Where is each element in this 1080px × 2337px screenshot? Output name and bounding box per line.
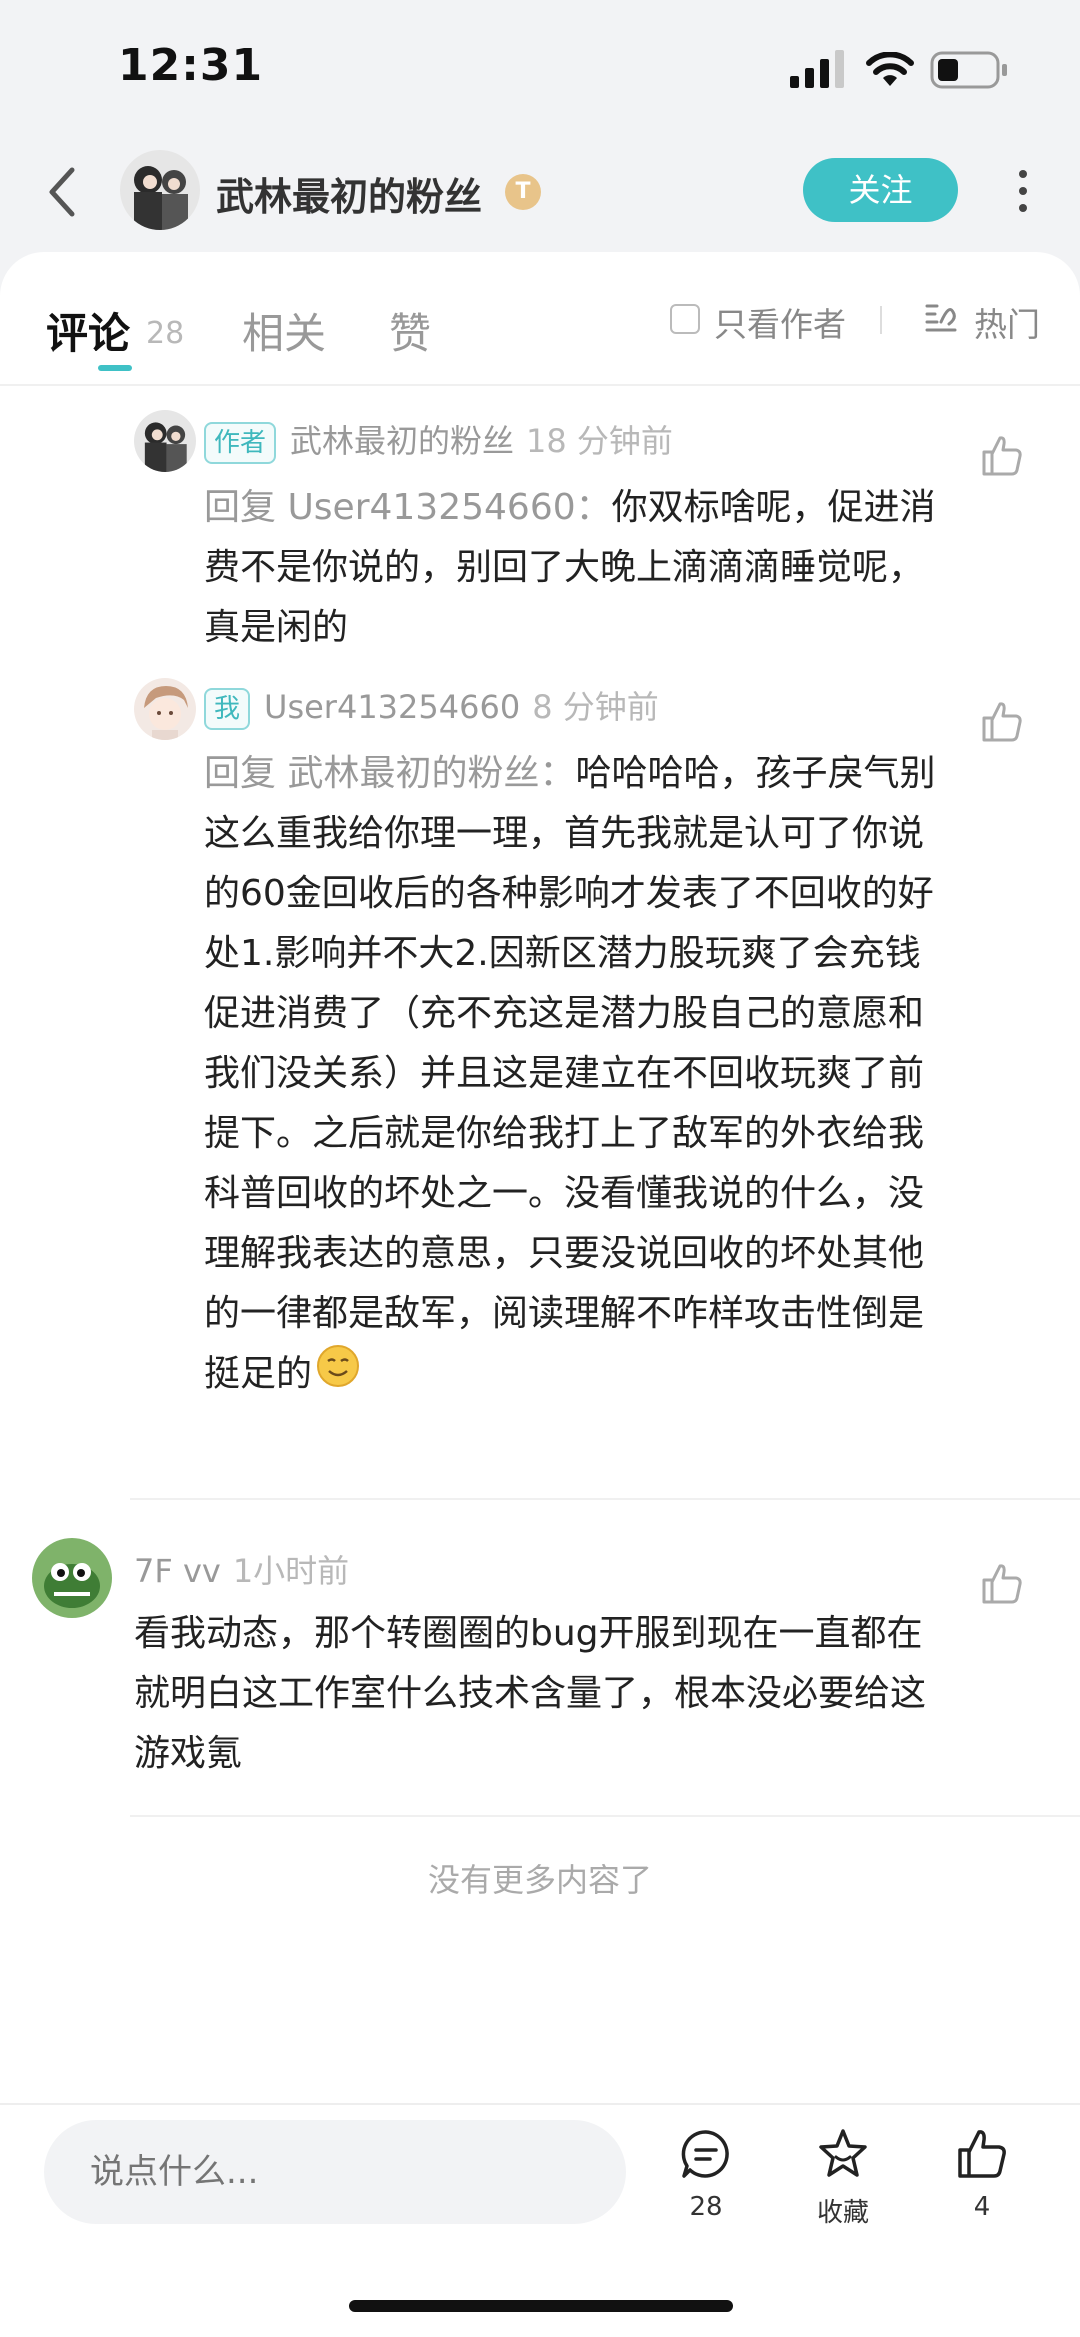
tab-related[interactable]: 相关 [242,300,326,361]
reply-text: 哈哈哈哈，孩子戾气别这么重我给你理一理，首先我就是认可了你说的60金回收后的各种… [204,753,936,1395]
reply-avatar[interactable] [134,678,196,740]
smile-emoji-icon [316,1344,360,1407]
sort-label[interactable]: 热门 [974,298,1040,346]
follow-button[interactable]: 关注 [803,158,958,222]
tab-comments[interactable]: 评论 [46,300,130,361]
me-tag: 我 [204,688,251,730]
signal-icon [790,50,844,88]
author-name[interactable]: 武林最初的粉丝 [216,166,482,221]
back-icon[interactable] [42,166,86,218]
only-author-label[interactable]: 只看作者 [714,298,846,346]
reply-body: 回复 武林最初的粉丝：哈哈哈哈，孩子戾气别这么重我给你理一理，首先我就是认可了你… [204,744,954,1407]
reply-time: 8 分钟前 [532,688,659,726]
thumbs-up-icon [958,2130,1006,2178]
reply-avatar[interactable] [134,410,196,472]
tab-likes[interactable]: 赞 [389,300,431,361]
active-tab-indicator [98,365,132,371]
comment-count: 28 [689,2192,723,2222]
like-icon[interactable] [978,1560,1026,1608]
divider [0,384,1080,386]
favorite-button[interactable]: 收藏 [793,2126,893,2229]
filter-divider [880,306,882,334]
only-author-checkbox[interactable] [670,304,700,334]
author-tag: 作者 [204,422,277,464]
comment-meta: 7F vv 1小时前 [134,1546,349,1592]
author-avatar[interactable] [120,150,200,230]
status-time: 12:31 [118,40,264,91]
commenter-avatar[interactable] [32,1538,112,1618]
star-icon [819,2129,867,2177]
comments-count: 28 [146,316,185,351]
divider [0,2103,1080,2105]
level-badge: T [505,174,541,210]
no-more-content: 没有更多内容了 [427,1861,652,1899]
like-icon[interactable] [978,432,1026,480]
like-post-button[interactable]: 4 [932,2126,1032,2222]
reply-author[interactable]: User413254660 [264,688,520,726]
reply-body: 回复 User413254660：你双标啥呢，促进消费不是你说的，别回了大晚上滴… [204,478,954,658]
battery-icon [930,51,1007,89]
favorite-label: 收藏 [816,2198,869,2228]
more-options-icon[interactable] [1015,168,1031,214]
sort-icon[interactable] [923,300,959,336]
divider [130,1498,1080,1500]
reply-meta: 我 User413254660 8 分钟前 [204,682,659,730]
divider [130,1815,1080,1817]
comment-floor: 7F [134,1552,173,1590]
reply-time: 18 分钟前 [526,422,673,460]
comment-time: 1小时前 [232,1552,350,1590]
comment-button[interactable]: 28 [656,2126,756,2222]
comment-author[interactable]: vv [183,1552,221,1590]
like-count: 4 [973,2192,991,2222]
like-icon[interactable] [978,698,1026,746]
comment-body: 看我动态，那个转圈圈的bug开服到现在一直都在就明白这工作室什么技术含量了，根本… [134,1613,927,1774]
reply-prefix: 回复 User413254660： [204,487,612,528]
wifi-icon [866,52,914,86]
comment-icon [681,2130,729,2178]
reply-author[interactable]: 武林最初的粉丝 [290,422,514,460]
home-indicator [349,2300,733,2312]
reply-prefix: 回复 武林最初的粉丝： [204,753,576,794]
comment-input[interactable] [44,2120,626,2224]
reply-meta: 作者 武林最初的粉丝 18 分钟前 [204,416,673,464]
